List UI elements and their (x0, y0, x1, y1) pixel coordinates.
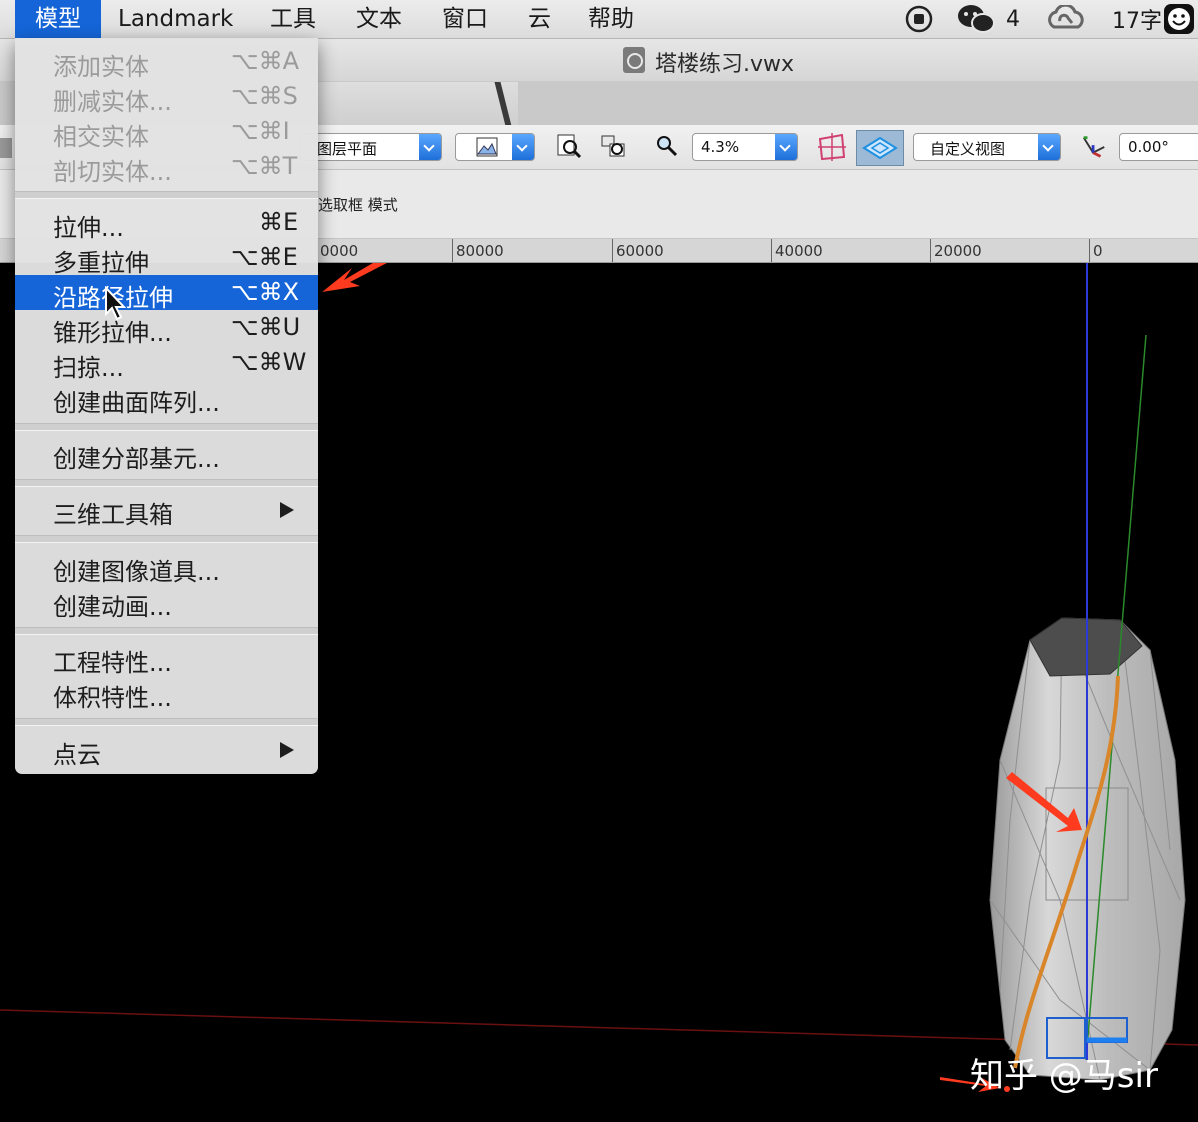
rotation-value: 0.00° (1128, 138, 1169, 156)
window-title: 塔楼练习.vwx (655, 52, 795, 77)
menu-item-extrude-along-path[interactable]: 沿路径拉伸 ⌥⌘X (15, 275, 318, 312)
chevron-down-icon (1038, 134, 1060, 160)
menu-separator (15, 718, 318, 726)
menu-item-extrude[interactable]: 拉伸... ⌘E (15, 205, 318, 242)
menu-item-surface-array[interactable]: 创建曲面阵列... (15, 380, 318, 417)
ruler-label: 60000 (616, 242, 664, 260)
menu-bar: 模型 Landmark 工具 文本 窗口 云 帮助 4 17字 (0, 0, 1198, 39)
menu-item-sweep[interactable]: 扫掠... ⌥⌘W (15, 345, 318, 382)
menu-text[interactable]: 文本 (356, 0, 402, 38)
ruler-label: 0000 (320, 242, 359, 260)
menu-cloud[interactable]: 云 (528, 0, 551, 38)
layer-plane-toggle[interactable] (856, 130, 904, 166)
menu-help[interactable]: 帮助 (588, 0, 634, 38)
document-tab[interactable] (318, 82, 518, 125)
menu-item-intersect-solids[interactable]: 相交实体 ⌥⌘I (15, 114, 318, 151)
zoom-input[interactable]: 4.3% (692, 133, 798, 161)
working-plane-icon[interactable] (816, 131, 848, 163)
menu-separator (15, 423, 318, 431)
mode-label: 选取框 模式 (318, 196, 398, 214)
menu-separator (15, 535, 318, 543)
magnifier-icon[interactable] (655, 134, 679, 158)
plane-icon (862, 136, 898, 160)
mouse-cursor-icon (105, 286, 127, 321)
word-count-badge: 17字 (1112, 9, 1162, 34)
menu-item-image-prop[interactable]: 创建图像道具... (15, 549, 318, 586)
menu-item-add-solids[interactable]: 添加实体 ⌥⌘A (15, 44, 318, 81)
menu-model[interactable]: 模型 (15, 0, 101, 38)
menu-item-3d-toolbox[interactable]: 三维工具箱 (15, 492, 318, 529)
zoom-page-icon[interactable] (555, 132, 583, 160)
creative-cloud-icon[interactable] (1046, 0, 1086, 38)
menu-separator (15, 479, 318, 487)
tool-icon[interactable] (0, 138, 12, 158)
chevron-down-icon (512, 134, 534, 160)
layer-plane-label: 图层平面 (317, 140, 378, 158)
rotation-input[interactable]: 0.00° (1119, 133, 1198, 161)
menu-item-animation[interactable]: 创建动画... (15, 584, 318, 621)
menu-item-tapered-extrude[interactable]: 锥形拉伸... ⌥⌘U (15, 310, 318, 347)
chevron-down-icon (419, 134, 441, 160)
axis-rotation-icon[interactable] (1080, 133, 1108, 161)
submenu-arrow-icon (280, 742, 294, 758)
menu-tools[interactable]: 工具 (270, 0, 316, 38)
menu-item-subdivision[interactable]: 创建分部基元... (15, 436, 318, 473)
layer-plane-select[interactable]: 图层平面 (300, 133, 442, 161)
menu-landmark[interactable]: Landmark (118, 0, 233, 38)
menu-item-point-cloud[interactable]: 点云 (15, 732, 318, 769)
record-icon[interactable] (904, 0, 934, 38)
ruler-label: 80000 (456, 242, 504, 260)
view-select[interactable]: 自定义视图 (913, 133, 1061, 161)
watermark: 知乎 @马sir (970, 1056, 1158, 1096)
document-icon (623, 47, 645, 73)
view-label: 自定义视图 (930, 140, 1006, 158)
menu-item-engineering-properties[interactable]: 工程特性... (15, 640, 318, 677)
menu-separator (15, 191, 318, 199)
submenu-arrow-icon (280, 502, 294, 518)
ruler-label: 0 (1093, 242, 1103, 260)
menu-item-section-solids[interactable]: 剖切实体... ⌥⌘T (15, 149, 318, 186)
menu-separator (15, 627, 318, 635)
zoom-value: 4.3% (701, 138, 740, 156)
ruler-label: 20000 (934, 242, 982, 260)
ruler-label: 40000 (775, 242, 823, 260)
wechat-icon[interactable] (956, 0, 996, 38)
chevron-down-icon (775, 134, 797, 160)
smiley-icon[interactable] (1163, 0, 1195, 38)
menu-window[interactable]: 窗口 (442, 0, 488, 38)
zoom-objects-icon[interactable] (600, 132, 628, 160)
menu-item-subtract-solids[interactable]: 删减实体... ⌥⌘S (15, 79, 318, 116)
render-mode-select[interactable] (455, 133, 535, 161)
menu-item-volumetric-properties[interactable]: 体积特性... (15, 675, 318, 712)
render-mode-icon (476, 137, 498, 157)
model-menu: 添加实体 ⌥⌘A 删减实体... ⌥⌘S 相交实体 ⌥⌘I 剖切实体... ⌥⌘… (15, 38, 318, 774)
wechat-count: 4 (1006, 6, 1020, 32)
menu-item-multiple-extrude[interactable]: 多重拉伸 ⌥⌘E (15, 240, 318, 277)
